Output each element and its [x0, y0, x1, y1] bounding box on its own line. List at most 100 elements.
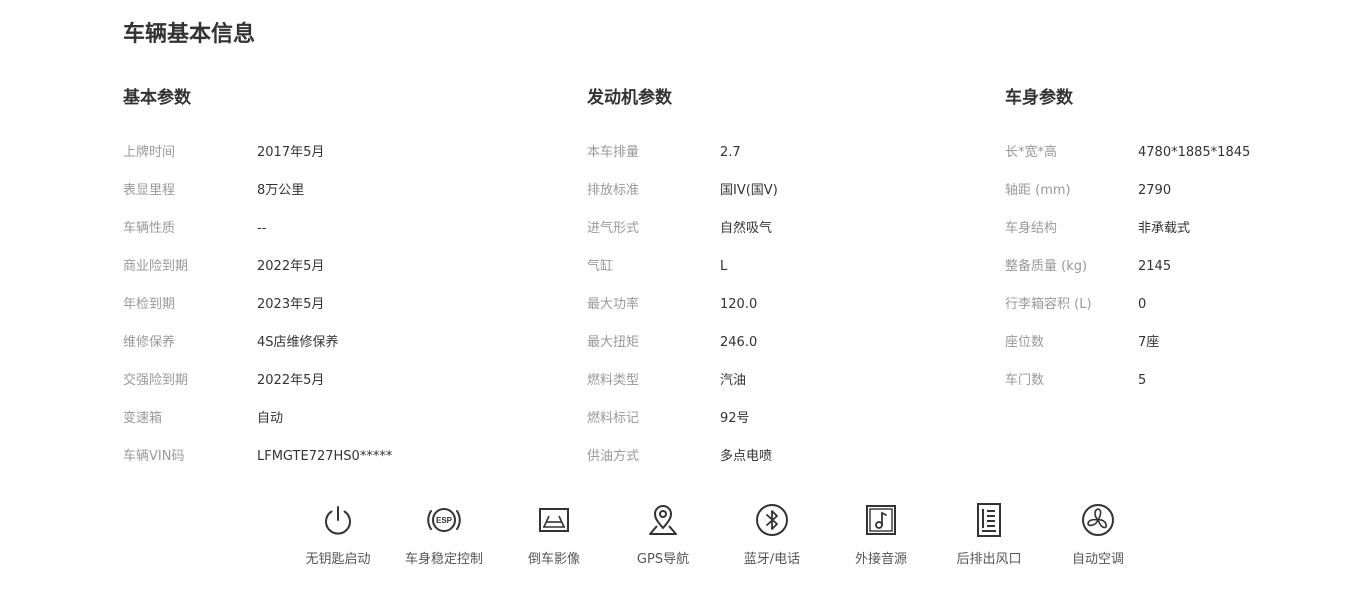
param-value: 246.0 — [720, 335, 758, 350]
param-label: 本车排量 — [587, 145, 640, 160]
feature-auto-ac: 自动空调 — [1043, 500, 1153, 569]
param-label: 最大扭矩 — [587, 335, 640, 350]
param-label: 长*宽*高 — [1005, 145, 1058, 160]
param-label: 维修保养 — [123, 335, 176, 350]
section-title: 基本参数 — [123, 88, 191, 108]
basic-params-section: 基本参数 上牌时间 2017年5月 表显里程 8万公里 车辆性质 -- 商业险到期 20… — [123, 86, 392, 476]
param-label: 燃料标记 — [587, 411, 640, 426]
param-value: 汽油 — [720, 373, 747, 388]
param-row: 行李箱容积 (L) 0 — [1005, 286, 1146, 324]
param-label: 商业险到期 — [123, 259, 189, 274]
esp-icon: ESP — [427, 508, 461, 532]
param-label: 进气形式 — [587, 221, 640, 236]
param-row: 上牌时间 2017年5月 — [123, 134, 324, 172]
section-title: 发动机参数 — [587, 88, 672, 108]
param-value: 4780*1885*1845 — [1138, 145, 1251, 160]
param-value: 120.0 — [720, 297, 758, 312]
param-value: 2023年5月 — [257, 297, 325, 312]
param-label: 车身结构 — [1005, 221, 1058, 236]
param-label: 变速箱 — [123, 411, 163, 426]
param-row: 最大功率 120.0 — [587, 286, 757, 324]
feature-stability-control: ESP 车身稳定控制 — [389, 500, 499, 569]
param-value: 自动 — [257, 411, 284, 426]
param-row: 供油方式 多点电喷 — [587, 438, 772, 476]
param-label: 座位数 — [1005, 335, 1045, 350]
feature-label: 倒车影像 — [527, 552, 580, 567]
param-row: 排放标准 国IV(国V) — [587, 172, 778, 210]
param-label: 表显里程 — [123, 183, 176, 198]
param-row: 表显里程 8万公里 — [123, 172, 304, 210]
param-label: 燃料类型 — [587, 373, 640, 388]
svg-text:ESP: ESP — [436, 516, 453, 525]
param-value: 8万公里 — [257, 183, 305, 198]
param-row: 燃料类型 汽油 — [587, 362, 746, 400]
feature-reverse-camera: 倒车影像 — [499, 500, 609, 569]
param-label: 车辆性质 — [123, 221, 176, 236]
param-row: 燃料标记 92号 — [587, 400, 750, 438]
param-row: 轴距 (mm) 2790 — [1005, 172, 1171, 210]
feature-label: 自动空调 — [1071, 552, 1124, 567]
feature-label: 车身稳定控制 — [404, 552, 483, 567]
param-value: 0 — [1138, 297, 1147, 312]
feature-aux-audio: 外接音源 — [826, 500, 936, 569]
param-label: 交强险到期 — [123, 373, 189, 388]
feature-label: 蓝牙/电话 — [743, 552, 801, 567]
param-row: 整备质量 (kg) 2145 — [1005, 248, 1171, 286]
param-value: 2790 — [1138, 183, 1172, 198]
param-label: 供油方式 — [587, 449, 640, 464]
fan-icon — [1082, 504, 1114, 536]
param-label: 最大功率 — [587, 297, 640, 312]
param-row: 长*宽*高 4780*1885*1845 — [1005, 134, 1250, 172]
param-label: 车辆VIN码 — [123, 449, 185, 464]
feature-label: GPS导航 — [636, 552, 690, 567]
param-value: 自然吸气 — [720, 221, 773, 236]
param-value: -- — [257, 221, 267, 236]
param-row: 本车排量 2.7 — [587, 134, 741, 172]
music-icon — [866, 505, 896, 535]
param-label: 气缸 — [587, 259, 614, 274]
air-vent-icon — [977, 503, 1001, 537]
param-row: 进气形式 自然吸气 — [587, 210, 772, 248]
param-value: 国IV(国V) — [720, 183, 778, 198]
param-row: 变速箱 自动 — [123, 400, 283, 438]
param-row: 气缸 L — [587, 248, 727, 286]
bluetooth-icon — [756, 504, 788, 536]
section-title: 车身参数 — [1005, 88, 1073, 108]
param-value: 2145 — [1138, 259, 1172, 274]
feature-label: 后排出风口 — [956, 552, 1022, 567]
param-label: 行李箱容积 (L) — [1005, 297, 1092, 312]
param-value: L — [720, 259, 728, 274]
param-row: 商业险到期 2022年5月 — [123, 248, 324, 286]
feature-label: 无钥匙启动 — [305, 552, 371, 567]
param-label: 整备质量 (kg) — [1005, 259, 1088, 274]
feature-gps-navigation: GPS导航 — [608, 500, 718, 569]
power-icon — [325, 506, 351, 535]
param-value: 2.7 — [720, 145, 741, 160]
param-label: 轴距 (mm) — [1005, 183, 1071, 198]
param-value: 2022年5月 — [257, 373, 325, 388]
param-label: 排放标准 — [587, 183, 640, 198]
param-row: 最大扭矩 246.0 — [587, 324, 757, 362]
reverse-camera-icon — [539, 508, 569, 532]
param-row: 车辆性质 -- — [123, 210, 266, 248]
param-row: 车门数 5 — [1005, 362, 1146, 400]
feature-keyless-start: 无钥匙启动 — [283, 500, 393, 569]
param-row: 交强险到期 2022年5月 — [123, 362, 324, 400]
body-params-section: 车身参数 长*宽*高 4780*1885*1845 轴距 (mm) 2790 车身结… — [1005, 86, 1250, 400]
param-value: 7座 — [1138, 335, 1160, 350]
param-value: LFMGTE727HS0***** — [257, 449, 393, 464]
param-row: 年检到期 2023年5月 — [123, 286, 324, 324]
param-label: 车门数 — [1005, 373, 1045, 388]
param-value: 2017年5月 — [257, 145, 325, 160]
param-row: 维修保养 4S店维修保养 — [123, 324, 339, 362]
feature-bluetooth-phone: 蓝牙/电话 — [717, 500, 827, 569]
param-value: 非承载式 — [1138, 221, 1191, 236]
param-value: 2022年5月 — [257, 259, 325, 274]
feature-rear-air-vent: 后排出风口 — [934, 500, 1044, 569]
map-pin-icon — [649, 505, 677, 535]
param-value: 5 — [1138, 373, 1147, 388]
engine-params-section: 发动机参数 本车排量 2.7 排放标准 国IV(国V) 进气形式 自然吸气 气缸 L 最… — [587, 86, 778, 476]
param-row: 车身结构 非承载式 — [1005, 210, 1190, 248]
param-row: 座位数 7座 — [1005, 324, 1159, 362]
param-label: 上牌时间 — [123, 145, 176, 160]
